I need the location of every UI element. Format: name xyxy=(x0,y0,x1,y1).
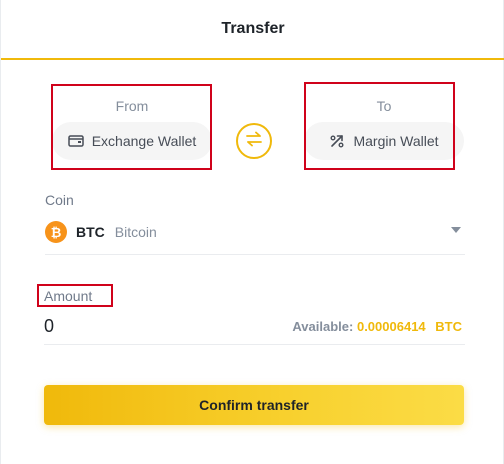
swap-wallets-button[interactable] xyxy=(236,123,272,159)
swap-arrows-icon xyxy=(244,131,264,152)
to-wallet-group: To Margin Wallet xyxy=(304,84,464,170)
coin-divider xyxy=(45,254,465,255)
to-label: To xyxy=(376,98,392,114)
amount-label: Amount xyxy=(44,288,93,304)
to-wallet-selector[interactable]: Margin Wallet xyxy=(304,122,464,160)
amount-divider xyxy=(44,344,465,345)
coin-label: Coin xyxy=(45,192,74,208)
modal-title: Transfer xyxy=(221,20,285,37)
wallet-icon xyxy=(67,133,84,149)
caret-down-icon xyxy=(451,227,461,233)
coin-symbol: BTC xyxy=(76,224,105,240)
coin-name: Bitcoin xyxy=(114,224,157,240)
modal-header: Transfer xyxy=(1,0,504,58)
to-wallet-name: Margin Wallet xyxy=(353,133,439,149)
amount-input[interactable] xyxy=(44,313,264,339)
margin-icon xyxy=(329,133,345,149)
available-value: 0.00006414 xyxy=(356,319,426,334)
confirm-transfer-button[interactable]: Confirm transfer xyxy=(44,385,464,425)
from-wallet-name: Exchange Wallet xyxy=(91,133,197,149)
available-unit: BTC xyxy=(435,319,462,334)
coin-selector[interactable]: ₿ BTC Bitcoin xyxy=(45,212,465,252)
available-balance: Available: 0.00006414 BTC xyxy=(292,319,462,334)
from-wallet-group: From Exchange Wallet xyxy=(52,84,212,170)
header-accent-line xyxy=(1,58,504,60)
transfer-modal: Transfer From Exchange Wallet To Margin … xyxy=(0,0,504,464)
bitcoin-icon: ₿ xyxy=(45,221,67,243)
from-wallet-selector[interactable]: Exchange Wallet xyxy=(52,122,212,160)
from-label: From xyxy=(115,98,149,114)
available-prefix: Available: xyxy=(292,319,354,334)
